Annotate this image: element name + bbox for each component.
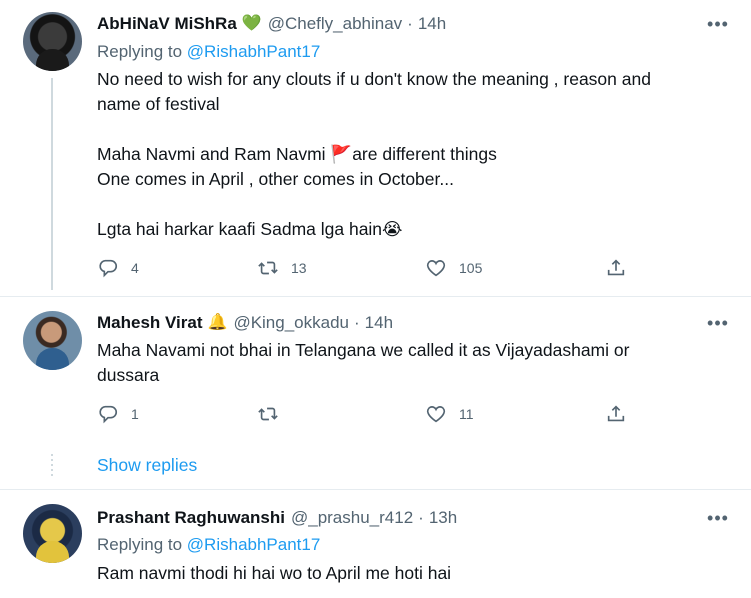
- retweet-button[interactable]: [257, 403, 291, 425]
- like-count: 11: [459, 406, 474, 422]
- replying-to-label: Replying to: [97, 535, 183, 554]
- tweet-line: dussara: [97, 365, 160, 385]
- reply-count: 1: [131, 406, 139, 422]
- author-handle[interactable]: @_prashu_r412: [291, 508, 413, 528]
- reply-button[interactable]: 1: [97, 403, 139, 425]
- thread-line: [51, 78, 53, 290]
- tweet-line: Ram navmi thodi hi hai wo to April me ho…: [97, 563, 452, 583]
- separator-dot: ·: [407, 14, 413, 33]
- separator-dot: ·: [418, 508, 424, 527]
- retweet-icon: [258, 261, 278, 275]
- share-button[interactable]: [605, 403, 639, 425]
- share-icon: [607, 259, 625, 276]
- avatar[interactable]: [23, 12, 82, 71]
- tweet-line: Maha Navmi and Ram Navmi 🚩are different …: [97, 144, 497, 164]
- reply-count: 4: [131, 260, 139, 276]
- tweet-line: Lgta hai harkar kaafi Sadma lga hain😭: [97, 219, 403, 239]
- author-name[interactable]: Prashant Raghuwanshi: [97, 508, 285, 528]
- tweet-line: No need to wish for any clouts if u don'…: [97, 69, 651, 89]
- avatar[interactable]: [23, 504, 82, 563]
- retweet-button[interactable]: 13: [257, 257, 307, 279]
- show-replies-link[interactable]: Show replies: [97, 455, 197, 476]
- more-icon[interactable]: •••: [707, 13, 729, 35]
- retweet-count: 13: [291, 260, 307, 276]
- timestamp[interactable]: 14h: [418, 14, 446, 34]
- heart-icon: [426, 406, 446, 423]
- share-icon: [607, 405, 625, 422]
- tweet-text: Ram navmi thodi hi hai wo to April me ho…: [97, 561, 717, 586]
- retweet-icon: [258, 407, 278, 421]
- author-name[interactable]: AbHiNaV MiShRa: [97, 14, 237, 34]
- author-handle[interactable]: @Chefly_abhinav: [268, 14, 402, 34]
- thread-dots: [51, 454, 53, 479]
- green-heart-emoji: 💚: [241, 15, 262, 32]
- tweet-line: name of festival: [97, 94, 220, 114]
- more-icon[interactable]: •••: [707, 312, 729, 334]
- replying-to: Replying to @RishabhPant17: [97, 42, 320, 62]
- replying-to: Replying to @RishabhPant17: [97, 535, 320, 555]
- author-handle[interactable]: @King_okkadu: [233, 313, 349, 333]
- replying-to-link[interactable]: @RishabhPant17: [187, 535, 321, 554]
- more-icon[interactable]: •••: [707, 507, 729, 529]
- like-count: 105: [459, 260, 483, 276]
- bell-emoji: 🔔: [207, 314, 228, 331]
- author-name[interactable]: Mahesh Virat: [97, 313, 203, 333]
- like-button[interactable]: 11: [425, 403, 474, 425]
- tweet-line: One comes in April , other comes in Octo…: [97, 169, 454, 189]
- tweet-actions: 4 13 105: [97, 257, 642, 283]
- heart-icon: [426, 260, 446, 277]
- tweet-header: Prashant Raghuwanshi @_prashu_r412 · 13h: [97, 506, 457, 530]
- reply-button[interactable]: 4: [97, 257, 139, 279]
- avatar[interactable]: [23, 311, 82, 370]
- reply-icon: [99, 405, 117, 424]
- tweet-2[interactable]: Mahesh Virat 🔔 @King_okkadu · 14h ••• Ma…: [0, 297, 751, 489]
- tweet-text: Maha Navami not bhai in Telangana we cal…: [97, 338, 717, 388]
- tweet-actions: 1 11: [97, 403, 642, 429]
- tweet-line: Maha Navami not bhai in Telangana we cal…: [97, 340, 630, 360]
- tweet-header: AbHiNaV MiShRa 💚 @Chefly_abhinav · 14h: [97, 12, 446, 36]
- replying-to-link[interactable]: @RishabhPant17: [187, 42, 321, 61]
- tweet-1[interactable]: AbHiNaV MiShRa 💚 @Chefly_abhinav · 14h •…: [0, 0, 751, 296]
- tweet-header: Mahesh Virat 🔔 @King_okkadu · 14h: [97, 311, 393, 335]
- timestamp[interactable]: 13h: [429, 508, 457, 528]
- separator-dot: ·: [354, 313, 360, 332]
- tweet-text: No need to wish for any clouts if u don'…: [97, 67, 717, 242]
- reply-icon: [99, 259, 117, 278]
- share-button[interactable]: [605, 257, 639, 279]
- like-button[interactable]: 105: [425, 257, 482, 279]
- timestamp[interactable]: 14h: [365, 313, 393, 333]
- tweet-3[interactable]: Prashant Raghuwanshi @_prashu_r412 · 13h…: [0, 490, 751, 598]
- replying-to-label: Replying to: [97, 42, 183, 61]
